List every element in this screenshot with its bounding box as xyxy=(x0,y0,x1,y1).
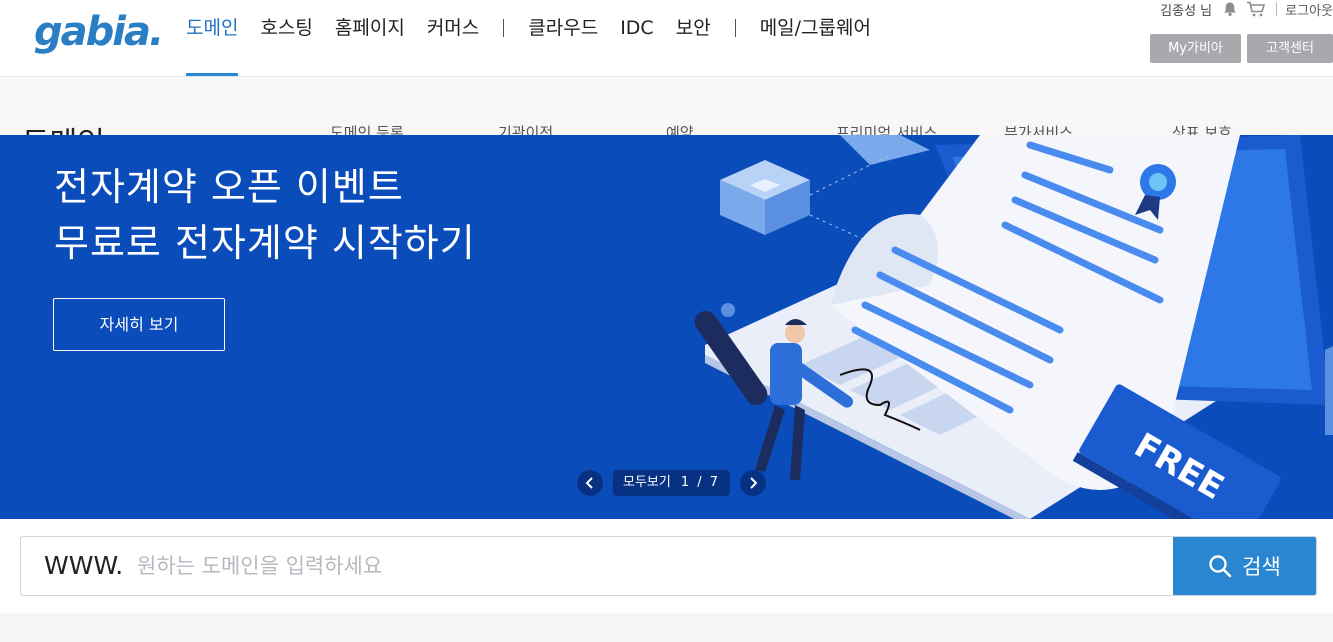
search-icon xyxy=(1209,555,1232,578)
detail-button[interactable]: 자세히 보기 xyxy=(53,298,225,351)
top-header: gabia. 도메인 호스팅 홈페이지 커머스 클라우드 IDC 보안 메일/그… xyxy=(0,0,1333,77)
subbar-item-addon[interactable]: 부가서비스 xyxy=(1004,122,1073,135)
chevron-left-icon xyxy=(585,477,593,489)
gabia-logo[interactable]: gabia. xyxy=(34,8,164,56)
util-buttons: My가비아 고객센터 xyxy=(1150,34,1333,63)
user-name[interactable]: 김종성 님 xyxy=(1160,0,1212,19)
bell-icon[interactable] xyxy=(1220,0,1240,18)
my-gabia-button[interactable]: My가비아 xyxy=(1150,34,1241,63)
subbar-title: 도메인 xyxy=(22,118,105,135)
subbar-item-trademark[interactable]: 상표 보호 xyxy=(1172,122,1232,135)
cart-icon[interactable] xyxy=(1246,0,1266,18)
banner-title-line1: 전자계약 오픈 이벤트 xyxy=(54,165,404,209)
bottom-strip xyxy=(0,613,1333,642)
nav-item-hosting[interactable]: 호스팅 xyxy=(260,0,312,56)
nav-item-domain[interactable]: 도메인 xyxy=(186,0,239,76)
banner-title-line2: 무료로 전자계약 시작하기 xyxy=(54,221,476,265)
search-button-label: 검색 xyxy=(1242,555,1281,579)
slider-controls: 모두보기 1 / 7 xyxy=(577,469,767,497)
domain-search-input[interactable] xyxy=(133,537,1173,595)
next-slide-button[interactable] xyxy=(740,470,767,496)
nav-divider xyxy=(734,19,736,37)
www-prefix: WWW. xyxy=(44,551,124,580)
subbar-item-reserve[interactable]: 예약 xyxy=(666,122,694,135)
search-button[interactable]: 검색 xyxy=(1173,537,1316,595)
slide-counter: 1 / 7 xyxy=(680,475,721,490)
hero-banner: 전자계약 오픈 이벤트 무료로 전자계약 시작하기 자세히 보기 FREE 모두… xyxy=(0,135,1333,519)
view-all-label: 모두보기 xyxy=(623,475,671,490)
nav-item-idc[interactable]: IDC xyxy=(620,0,654,56)
nav-item-mail-groupware[interactable]: 메일/그룹웨어 xyxy=(760,0,871,56)
subbar-item-transfer[interactable]: 기관이전 xyxy=(498,122,553,135)
cube-top xyxy=(840,135,930,165)
domain-subbar: 도메인 도메인 등록 기관이전 예약 프리미엄 서비스 부가서비스 상표 보호 xyxy=(0,78,1333,135)
domain-search-area: WWW. 검색 xyxy=(0,519,1333,642)
util-divider xyxy=(1276,2,1278,16)
nav-item-homepage[interactable]: 홈페이지 xyxy=(335,0,405,56)
nav-item-commerce[interactable]: 커머스 xyxy=(427,0,479,56)
subbar-item-premium[interactable]: 프리미엄 서비스 xyxy=(836,122,937,135)
prev-slide-button[interactable] xyxy=(577,470,603,496)
e-contract-illustration: FREE xyxy=(694,135,1333,519)
domain-search-box: WWW. 검색 xyxy=(20,536,1317,596)
logout-link[interactable]: 로그아웃 xyxy=(1285,0,1333,19)
nav-item-cloud[interactable]: 클라우드 xyxy=(528,0,598,56)
nav-divider xyxy=(503,19,505,37)
chevron-right-icon xyxy=(750,477,758,489)
banner-title: 전자계약 오픈 이벤트 무료로 전자계약 시작하기 xyxy=(54,159,476,271)
global-nav: 도메인 호스팅 홈페이지 커머스 클라우드 IDC 보안 메일/그룹웨어 xyxy=(186,0,893,76)
cube-left xyxy=(720,160,810,235)
nav-item-security[interactable]: 보안 xyxy=(676,0,711,56)
view-all-button[interactable]: 모두보기 1 / 7 xyxy=(613,470,731,496)
customer-center-button[interactable]: 고객센터 xyxy=(1247,34,1333,63)
utility-links: 김종성 님 로그아웃 xyxy=(1160,0,1333,19)
subbar-item-register[interactable]: 도메인 등록 xyxy=(330,122,404,135)
logo-text: gabia. xyxy=(34,9,164,55)
